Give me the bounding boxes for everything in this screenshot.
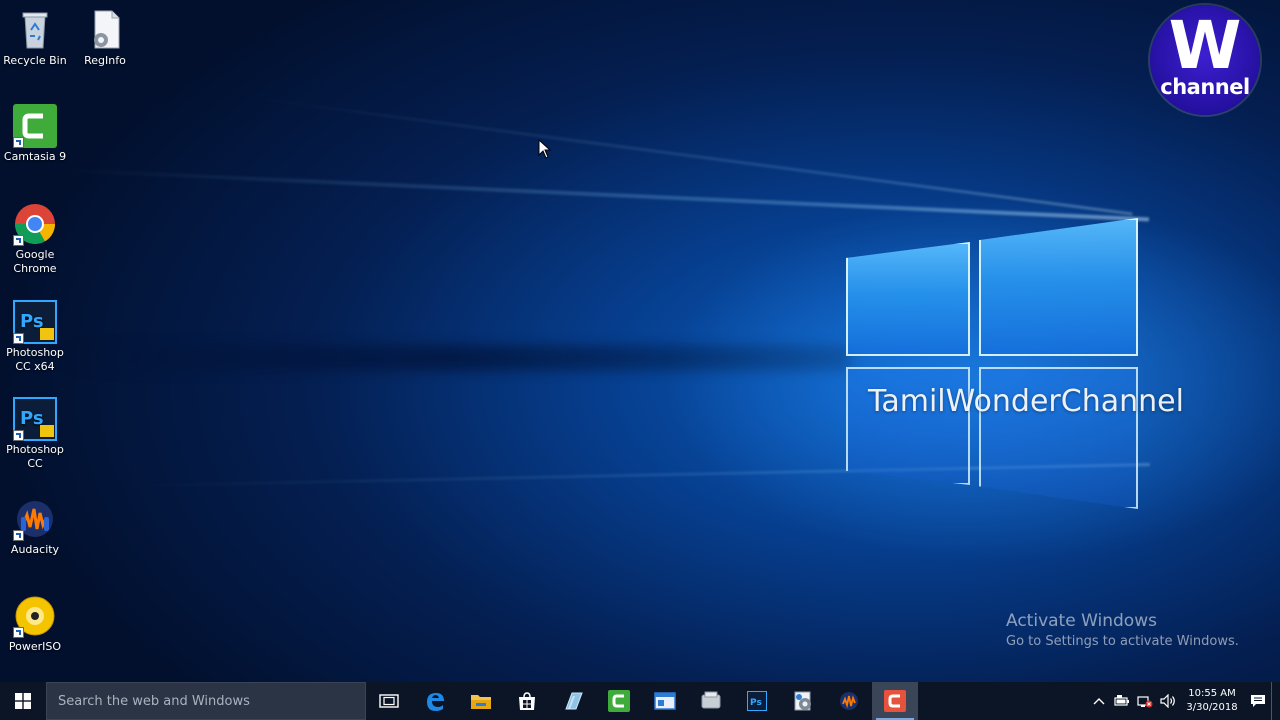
channel-logo-word: channel <box>1160 75 1250 99</box>
store-icon <box>519 692 535 710</box>
camtasia-icon <box>608 690 630 712</box>
taskbar: Search the web and Windows Ps 10:55 AM 3… <box>0 682 1280 720</box>
photoshop-taskbar-button[interactable]: Ps <box>734 682 780 720</box>
desktop-icon-reginfo[interactable]: RegInfo <box>70 8 140 68</box>
photoshop-icon: Ps <box>747 691 767 711</box>
store-button[interactable] <box>504 682 550 720</box>
camtasia-taskbar-button[interactable] <box>596 682 642 720</box>
edge-button[interactable] <box>412 682 458 720</box>
desktop-icon-label: RegInfo <box>84 54 126 67</box>
desktop-icon-camtasia[interactable]: Camtasia 9 <box>0 104 70 164</box>
desktop-icon-label: PowerISO <box>8 640 62 653</box>
activate-windows-subtitle: Go to Settings to activate Windows. <box>1006 634 1239 649</box>
desktop-icon-photoshop-cc[interactable]: Ps Photoshop CC <box>0 397 70 471</box>
battery-button[interactable] <box>1110 682 1133 720</box>
desktop-icon-poweriso[interactable]: PowerISO <box>0 594 70 654</box>
task-view-button[interactable] <box>366 682 412 720</box>
network-button[interactable] <box>1133 682 1156 720</box>
taskbar-clock[interactable]: 10:55 AM 3/30/2018 <box>1179 687 1245 715</box>
glass-app-button[interactable] <box>550 682 596 720</box>
glass-app-icon <box>565 692 583 710</box>
wallpaper-shadow <box>60 345 850 371</box>
photoshop-icon: Ps <box>13 300 57 344</box>
clock-time: 10:55 AM <box>1188 688 1236 699</box>
activate-windows-title: Activate Windows <box>1006 611 1157 631</box>
audacity-icon <box>13 497 57 541</box>
recycle-bin-icon <box>13 8 57 52</box>
desktop-icon-label: Recycle Bin <box>3 54 67 67</box>
show-hidden-icons-button[interactable] <box>1087 682 1110 720</box>
channel-logo: W channel <box>1150 5 1260 115</box>
desktop-icon-audacity[interactable]: Audacity <box>0 497 70 557</box>
photoshop-icon: Ps <box>13 397 57 441</box>
window-app-icon <box>654 692 676 710</box>
windows-start-icon <box>15 693 31 709</box>
shortcut-arrow-icon <box>13 627 24 638</box>
shortcut-arrow-icon <box>13 530 24 541</box>
recorder-icon <box>884 690 906 712</box>
taskbar-search-box[interactable]: Search the web and Windows <box>46 682 366 720</box>
activate-windows-notice: Activate Windows Go to Settings to activ… <box>1006 611 1239 653</box>
camtasia-recorder-button[interactable] <box>872 682 918 720</box>
speaker-icon <box>1159 694 1175 708</box>
desktop-icon-chrome[interactable]: Google Chrome <box>0 202 70 276</box>
settings-file-icon <box>83 8 127 52</box>
audacity-icon <box>840 692 858 710</box>
notifications-icon <box>1251 695 1265 707</box>
camtasia-icon <box>13 104 57 148</box>
gray-app-button[interactable] <box>688 682 734 720</box>
start-button[interactable] <box>0 682 46 720</box>
search-placeholder: Search the web and Windows <box>58 693 250 709</box>
desktop-icon-label: Photoshop CC x64 <box>6 346 64 373</box>
gear-app-icon <box>794 691 811 711</box>
clock-date: 3/30/2018 <box>1186 702 1238 713</box>
system-tray: 10:55 AM 3/30/2018 <box>1087 682 1280 720</box>
show-desktop-button[interactable] <box>1271 682 1280 720</box>
folder-icon <box>471 695 491 709</box>
desktop[interactable]: Recycle Bin RegInfo Camtasia 9 Google Ch… <box>0 0 1280 720</box>
desktop-icon-label: Photoshop CC <box>6 443 64 470</box>
svg-text:Ps: Ps <box>750 698 762 708</box>
shortcut-arrow-icon <box>13 333 24 344</box>
channel-watermark: TamilWonderChannel <box>868 384 1184 419</box>
windows-logo-pane <box>846 242 970 356</box>
desktop-icon-label: Google Chrome <box>13 248 57 275</box>
desktop-icon-recycle-bin[interactable]: Recycle Bin <box>0 8 70 68</box>
volume-button[interactable] <box>1156 682 1179 720</box>
gray-app-icon <box>701 691 721 709</box>
disc-icon <box>13 594 57 638</box>
battery-icon <box>1113 695 1129 706</box>
shortcut-arrow-icon <box>13 235 24 246</box>
gear-app-button[interactable] <box>780 682 826 720</box>
mouse-cursor-icon <box>538 139 552 159</box>
chrome-icon <box>13 202 57 246</box>
channel-logo-letter: W <box>1168 7 1242 84</box>
task-view-icon <box>379 694 399 708</box>
shortcut-arrow-icon <box>13 137 24 148</box>
action-center-button[interactable] <box>1245 682 1271 720</box>
desktop-icon-photoshop-cc-x64[interactable]: Ps Photoshop CC x64 <box>0 300 70 374</box>
windows-logo-pane <box>979 218 1138 356</box>
file-explorer-button[interactable] <box>458 682 504 720</box>
network-disconnected-icon <box>1136 696 1152 708</box>
window-app-button[interactable] <box>642 682 688 720</box>
desktop-icon-label: Camtasia 9 <box>3 150 67 163</box>
shortcut-arrow-icon <box>13 430 24 441</box>
chevron-up-icon <box>1093 698 1104 705</box>
desktop-icon-label: Audacity <box>10 543 60 556</box>
edge-icon <box>427 693 444 711</box>
audacity-taskbar-button[interactable] <box>826 682 872 720</box>
